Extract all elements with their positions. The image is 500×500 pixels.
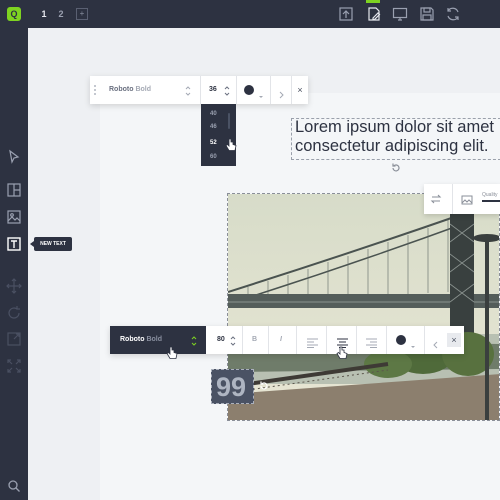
image-icon[interactable] (6, 209, 22, 225)
font-size-value[interactable]: 80 (217, 336, 225, 343)
export-icon[interactable] (338, 6, 354, 22)
font-size-stepper-icon[interactable] (229, 334, 237, 346)
page-tab-1[interactable]: 1 (37, 7, 51, 21)
preview-monitor-icon[interactable] (392, 6, 408, 22)
italic-button[interactable]: I (280, 336, 282, 343)
font-weight-name: Bold (135, 86, 152, 93)
align-left-icon[interactable] (307, 335, 318, 348)
chevron-left-icon[interactable] (432, 336, 440, 349)
font-size-dropdown: 40 46 52 60 (201, 104, 237, 166)
quality-slider[interactable] (482, 200, 500, 202)
font-weight-name: Bold (146, 336, 163, 343)
font-family-name: Roboto (120, 336, 145, 343)
font-family-stepper-icon[interactable] (190, 334, 198, 346)
font-family-select[interactable]: Roboto Bold (109, 86, 151, 93)
toolbar-divider (296, 326, 297, 354)
toolbar-divider (326, 326, 327, 354)
add-page-button[interactable]: + (76, 8, 88, 20)
color-chevron-down-icon[interactable] (410, 337, 416, 348)
pointer-hand-cursor-icon (336, 346, 348, 360)
align-center-icon[interactable] (337, 335, 348, 348)
rotate-icon[interactable] (6, 305, 22, 321)
font-family-name: Roboto (109, 86, 134, 93)
resize-icon[interactable] (6, 331, 22, 347)
save-icon[interactable] (419, 6, 435, 22)
text-toolbar: Roboto Bold 36 × (90, 76, 308, 104)
pointer-hand-cursor-icon (166, 346, 178, 360)
image-toolbar: Quality (424, 184, 500, 214)
font-family-stepper-icon[interactable] (184, 84, 192, 96)
font-size-option[interactable]: 40 (210, 111, 217, 117)
bold-button[interactable]: B (252, 336, 257, 343)
toolbar-divider (236, 76, 237, 104)
top-bar: Q 1 2 + (0, 0, 500, 28)
color-swatch[interactable] (396, 335, 406, 345)
font-size-option[interactable]: 60 (210, 154, 217, 160)
page-tab-2[interactable]: 2 (54, 7, 68, 21)
pointer-hand-cursor-icon (225, 138, 237, 152)
image-quality-icon[interactable] (461, 193, 473, 205)
app-logo: Q (7, 7, 21, 21)
select-cursor-icon[interactable] (6, 149, 22, 165)
rotate-handle-icon[interactable] (258, 379, 270, 391)
toolbar-divider (270, 76, 271, 104)
toolbar-divider (200, 76, 201, 104)
drag-handle[interactable] (94, 85, 98, 95)
close-toolbar-button[interactable]: × (447, 333, 461, 347)
fit-icon[interactable] (6, 358, 22, 374)
canvas-text-line-1[interactable]: Lorem ipsum dolor sit amet (295, 118, 500, 137)
font-size-value[interactable]: 36 (209, 86, 217, 93)
toolbar-divider (242, 326, 243, 354)
rotate-handle-icon[interactable] (390, 161, 402, 173)
layout-icon[interactable] (6, 182, 22, 198)
font-size-option-selected[interactable]: 52 (210, 140, 217, 146)
badge-text-toolbar: Roboto Bold 80 B I × (110, 326, 464, 359)
dropdown-scrollbar[interactable] (228, 113, 230, 129)
active-tool-indicator (366, 0, 380, 3)
font-size-stepper-icon[interactable] (223, 84, 231, 96)
font-family-label: Roboto Bold (120, 336, 162, 343)
canvas-text-line-2[interactable]: consectetur adipiscing elit. (295, 137, 500, 156)
search-icon[interactable] (6, 478, 22, 494)
selected-text-element[interactable]: 99 (211, 369, 254, 404)
move-icon[interactable] (6, 278, 22, 294)
text-icon[interactable] (6, 236, 22, 252)
quality-label: Quality (482, 192, 498, 198)
swap-icon[interactable] (429, 192, 443, 206)
font-size-option[interactable]: 46 (210, 124, 217, 130)
refresh-icon[interactable] (445, 6, 461, 22)
color-swatch[interactable] (244, 85, 254, 95)
new-text-tooltip: NEW TEXT (30, 237, 72, 251)
badge-text: 99 (216, 372, 247, 402)
align-right-icon[interactable] (366, 335, 377, 348)
toolbar-divider (291, 76, 292, 104)
left-sidebar (0, 28, 28, 500)
toolbar-divider (424, 326, 425, 354)
close-toolbar-button[interactable]: × (293, 83, 307, 97)
edit-document-icon[interactable] (366, 6, 382, 22)
font-family-select-active[interactable]: Roboto Bold (110, 326, 206, 359)
toolbar-divider (452, 184, 453, 214)
toolbar-divider (268, 326, 269, 354)
chevron-right-icon[interactable] (277, 86, 285, 99)
color-chevron-down-icon[interactable] (258, 87, 264, 98)
toolbar-divider (356, 326, 357, 354)
toolbar-divider (386, 326, 387, 354)
